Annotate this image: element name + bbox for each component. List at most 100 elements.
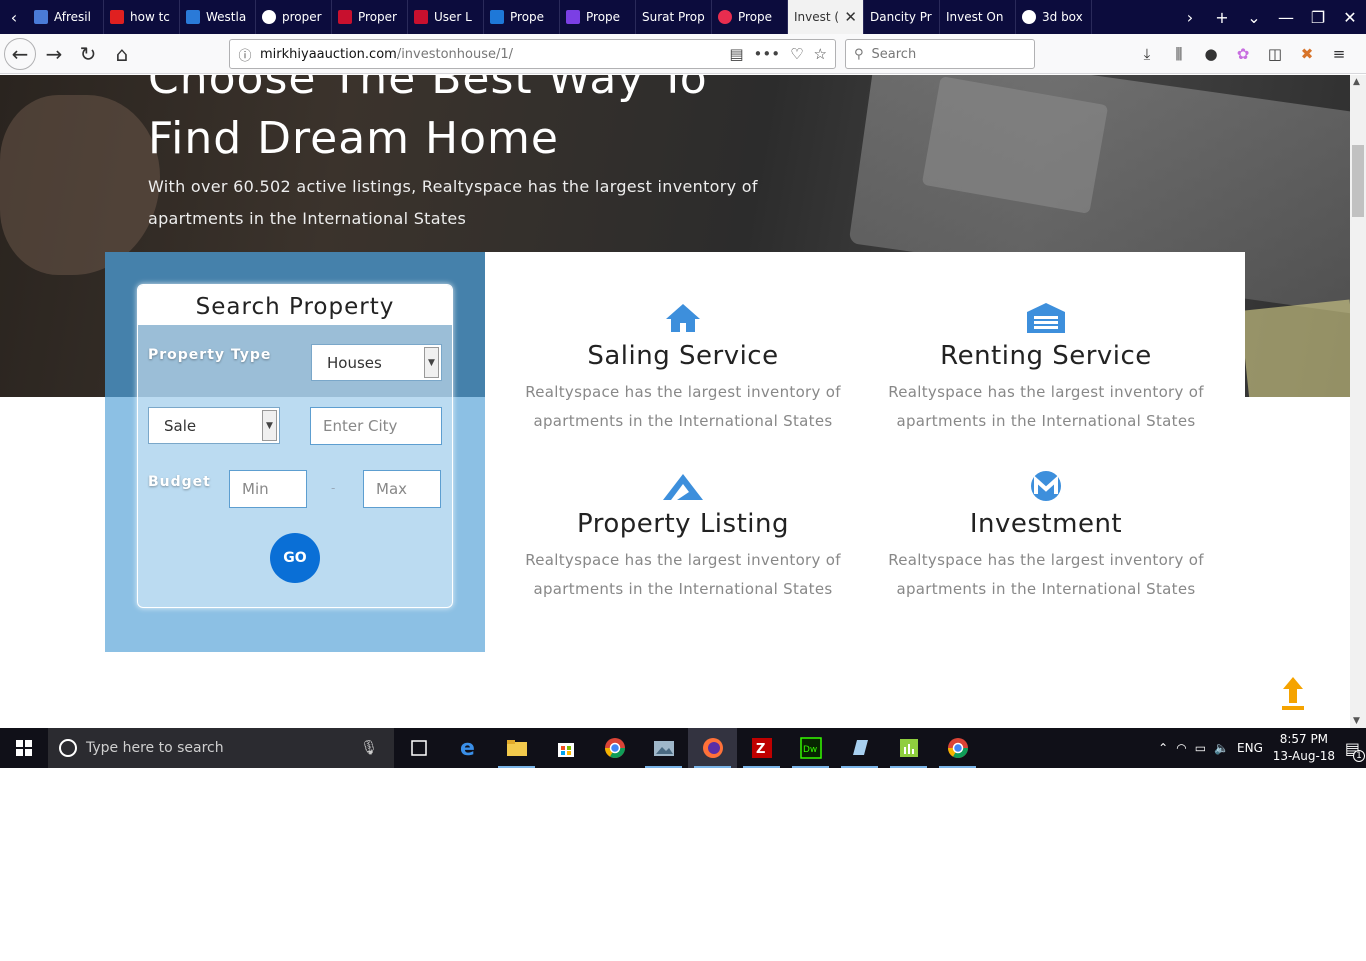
volume-icon[interactable]: 🔈 xyxy=(1214,741,1229,755)
browser-tab[interactable]: proper xyxy=(256,0,332,34)
filezilla-icon[interactable]: Z xyxy=(737,728,786,768)
property-type-select[interactable]: Houses ▼ xyxy=(311,344,442,381)
scroll-down-icon[interactable]: ▼ xyxy=(1353,716,1360,726)
browser-tab[interactable]: Surat Prop xyxy=(636,0,712,34)
service-item-investment[interactable]: Investment Realtyspace has the largest i… xyxy=(881,468,1211,604)
new-tab-icon[interactable]: + xyxy=(1206,8,1238,27)
docs-favicon-icon xyxy=(34,10,48,24)
url-path: /investonhouse/1/ xyxy=(396,46,514,62)
tabstrip-controls: › + ⌄ — ❐ ✕ xyxy=(1174,0,1366,34)
home-icon[interactable]: ⌂ xyxy=(106,38,138,70)
service-description: Realtyspace has the largest inventory of… xyxy=(525,383,841,430)
clock-time: 8:57 PM xyxy=(1279,732,1329,746)
tab-scroll-left-icon[interactable]: ‹ xyxy=(0,0,28,34)
paper-plane-icon xyxy=(518,468,848,502)
hero-background-hand xyxy=(0,95,160,275)
service-item-listing[interactable]: Property Listing Realtyspace has the lar… xyxy=(518,468,848,604)
hero-title-line2: Find Dream Home xyxy=(148,113,559,164)
notification-count: 1 xyxy=(1353,749,1365,762)
svg-text:Z: Z xyxy=(756,742,765,757)
photo-viewer-icon[interactable] xyxy=(639,728,688,768)
url-bar[interactable]: ⓘ mirkhiyaauction.com/investonhouse/1/ ▤… xyxy=(229,39,836,69)
scroll-to-top-icon[interactable] xyxy=(1280,675,1306,711)
hero-subtitle: With over 60.502 active listings, Realty… xyxy=(148,177,758,228)
menu-icon[interactable]: ≡ xyxy=(1327,39,1351,69)
browser-tab[interactable]: Proper xyxy=(332,0,408,34)
firefox-icon[interactable] xyxy=(688,728,737,768)
clock[interactable]: 8:57 PM 13-Aug-18 xyxy=(1271,731,1337,765)
chrome-icon[interactable] xyxy=(590,728,639,768)
page-scrollbar[interactable]: ▲ ▼ xyxy=(1350,75,1366,728)
listing-type-select[interactable]: Sale ▼ xyxy=(148,407,280,444)
clock-date: 13-Aug-18 xyxy=(1272,749,1336,763)
browser-tab[interactable]: Afresil xyxy=(28,0,104,34)
browser-tab[interactable]: how tc xyxy=(104,0,180,34)
taskbar-search-input[interactable]: Type here to search 🎙 xyxy=(48,728,394,768)
dreamweaver-icon[interactable]: Dw xyxy=(786,728,835,768)
service-item-renting[interactable]: Renting Service Realtyspace has the larg… xyxy=(881,300,1211,436)
restore-icon[interactable]: ❐ xyxy=(1302,8,1334,27)
tab-list-icon[interactable]: ⌄ xyxy=(1238,8,1270,27)
show-hidden-icons-icon[interactable]: ⌃ xyxy=(1158,741,1168,755)
minimize-icon[interactable]: — xyxy=(1270,8,1302,27)
forward-icon[interactable]: → xyxy=(38,38,70,70)
wifi-icon[interactable]: ◠ xyxy=(1176,741,1186,755)
notification-icon[interactable]: ▤ 1 xyxy=(1345,739,1365,762)
search-property-card: Search Property Property Type Houses ▼ S… xyxy=(137,284,453,608)
back-icon[interactable]: ← xyxy=(4,37,36,70)
hero-background-note xyxy=(1240,299,1350,397)
task-view-icon[interactable] xyxy=(394,728,443,768)
file-explorer-icon[interactable] xyxy=(492,728,541,768)
language-indicator[interactable]: ENG xyxy=(1237,741,1263,755)
browser-tab[interactable]: User L xyxy=(408,0,484,34)
pocket-icon[interactable]: ♡ xyxy=(790,45,803,63)
search-bar[interactable]: ⚲ Search xyxy=(845,39,1035,69)
browser-tab[interactable]: Prope xyxy=(560,0,636,34)
reload-icon[interactable]: ↻ xyxy=(72,38,104,70)
westla-favicon-icon xyxy=(186,10,200,24)
browser-tab[interactable]: Westla xyxy=(180,0,256,34)
browser-tab[interactable]: Prope xyxy=(484,0,560,34)
service-title: Renting Service xyxy=(940,341,1152,371)
windows-start-icon[interactable] xyxy=(0,728,48,768)
browser-tab[interactable]: Prope xyxy=(712,0,788,34)
cortana-icon xyxy=(59,739,77,757)
scrollbar-thumb[interactable] xyxy=(1352,145,1364,217)
notepad-icon[interactable] xyxy=(835,728,884,768)
chrome-window-icon[interactable] xyxy=(933,728,982,768)
edge-icon[interactable]: e xyxy=(443,728,492,768)
store-icon[interactable] xyxy=(541,728,590,768)
color-extension-icon[interactable]: ✿ xyxy=(1231,39,1255,69)
browser-tab[interactable]: Dancity Pr xyxy=(864,0,940,34)
site-info-icon[interactable]: ⓘ xyxy=(230,45,260,64)
extension-dark-icon[interactable]: ● xyxy=(1199,39,1223,69)
sidebar-icon[interactable]: ◫ xyxy=(1263,39,1287,69)
housing-favicon-icon xyxy=(566,10,580,24)
window-close-icon[interactable]: ✕ xyxy=(1334,8,1366,27)
scroll-up-icon[interactable]: ▲ xyxy=(1353,77,1360,87)
budget-separator: - xyxy=(331,481,336,495)
budget-max-input[interactable]: Max xyxy=(363,470,441,508)
service-item-saling[interactable]: Saling Service Realtyspace has the large… xyxy=(518,300,848,436)
download-icon[interactable]: ⤓ xyxy=(1135,39,1159,69)
browser-tab-active[interactable]: Invest (✕ xyxy=(788,0,864,34)
battery-icon[interactable]: ▭ xyxy=(1195,741,1206,755)
city-input[interactable]: Enter City xyxy=(310,407,442,445)
budget-label: Budget xyxy=(148,474,211,490)
service-description: Realtyspace has the largest inventory of… xyxy=(888,383,1204,430)
report-app-icon[interactable] xyxy=(884,728,933,768)
tab-scroll-right-icon[interactable]: › xyxy=(1174,8,1206,27)
close-tab-icon[interactable]: ✕ xyxy=(844,8,857,26)
puzzle-extension-icon[interactable]: ✖ xyxy=(1295,39,1319,69)
monero-icon xyxy=(881,468,1211,502)
reader-view-icon[interactable]: ▤ xyxy=(729,45,743,63)
page-actions-icon[interactable]: ••• xyxy=(754,45,781,63)
go-button[interactable]: GO xyxy=(270,533,320,583)
library-icon[interactable]: ⫼ xyxy=(1167,39,1191,69)
browser-tab[interactable]: 3d box xyxy=(1016,0,1092,34)
budget-min-input[interactable]: Min xyxy=(229,470,307,508)
microphone-icon[interactable]: 🎙 xyxy=(360,740,378,756)
bookmark-star-icon[interactable]: ☆ xyxy=(814,45,827,63)
service-title: Investment xyxy=(969,509,1123,539)
browser-tab[interactable]: Invest On xyxy=(940,0,1016,34)
